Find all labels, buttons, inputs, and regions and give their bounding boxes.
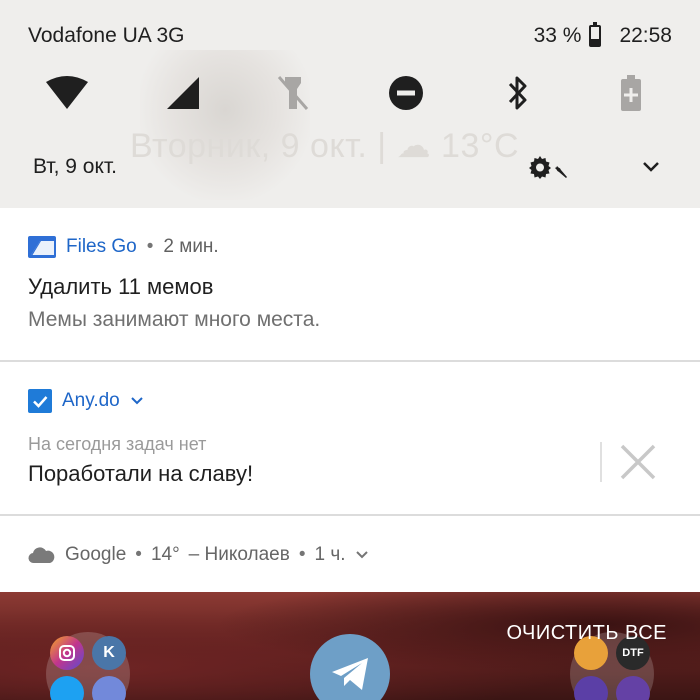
notification-files-go[interactable]: Files Go • 2 мин. Удалить 11 мемов Мемы …	[0, 208, 700, 360]
separator-dot: •	[135, 544, 142, 565]
date-row: Вт, 9 окт.	[33, 150, 660, 184]
anydo-icon	[28, 389, 52, 413]
settings-button[interactable]	[528, 155, 568, 179]
clock: 22:58	[619, 24, 672, 47]
chevron-down-icon[interactable]	[642, 161, 660, 173]
qs-tile-dnd[interactable]	[383, 70, 429, 116]
notification-subtitle: На сегодня задач нет	[28, 434, 207, 454]
qs-tile-flashlight[interactable]	[270, 70, 316, 116]
instagram-icon[interactable]	[50, 636, 84, 670]
battery-saver-icon	[621, 75, 641, 111]
notification-header: Any.do	[28, 388, 144, 414]
app-name: Any.do	[62, 390, 120, 411]
weather-location: – Николаев	[188, 544, 290, 565]
quick-settings-shade: Вторник, 9 окт. | ☁ 13°C Vodafone UA 3G …	[0, 0, 700, 208]
notification-time: 1 ч.	[314, 544, 346, 565]
status-bar: Vodafone UA 3G 33 % 22:58	[28, 20, 672, 52]
notification-body: Мемы занимают много места.	[28, 308, 321, 331]
vk-icon[interactable]: K	[92, 636, 126, 670]
app-name: Google	[65, 544, 127, 565]
notification-google-weather[interactable]: Google • 14° – Николаев • 1 ч.	[0, 516, 700, 592]
wifi-icon	[46, 76, 88, 109]
notification-header: Files Go • 2 мин.	[28, 234, 219, 260]
qs-tile-bluetooth[interactable]	[495, 70, 541, 116]
close-icon	[620, 444, 656, 480]
app-name: Files Go	[66, 236, 137, 257]
notification-title: Удалить 11 мемов	[28, 274, 214, 299]
cloud-icon	[28, 547, 55, 564]
flashlight-off-icon	[277, 76, 309, 110]
status-right: 33 % 22:58	[533, 22, 672, 48]
quick-settings-row	[0, 70, 700, 116]
separator-dot: •	[298, 544, 306, 565]
carrier-label: Vodafone UA 3G	[28, 24, 185, 47]
telegram-icon[interactable]	[310, 634, 390, 700]
clear-all-button[interactable]: ОЧИСТИТЬ ВСЕ	[506, 622, 667, 645]
expand-chevron-icon[interactable]	[130, 396, 144, 406]
home-wallpaper: K DTF ОЧИСТИТЬ ВСЕ	[0, 592, 700, 700]
notification-time: 2 мин.	[163, 236, 219, 257]
date-label: Вт, 9 окт.	[33, 155, 118, 178]
expand-chevron-icon[interactable]	[355, 550, 369, 560]
battery-percent: 33 %	[533, 24, 582, 47]
files-go-icon	[28, 236, 56, 258]
notification-header: Google • 14° – Николаев • 1 ч.	[28, 542, 369, 568]
signal-icon	[167, 77, 199, 109]
bluetooth-icon	[508, 76, 527, 110]
separator-dot: •	[146, 236, 154, 257]
qs-tile-wifi[interactable]	[44, 70, 90, 116]
dismiss-button[interactable]	[616, 440, 660, 484]
weather-temp: 14°	[150, 544, 180, 565]
dnd-icon	[389, 76, 423, 110]
date-actions	[528, 155, 660, 179]
qs-tile-mobile-data[interactable]	[160, 70, 206, 116]
qs-tile-battery-saver[interactable]	[608, 70, 654, 116]
wrench-icon	[555, 166, 567, 178]
notification-text: Поработали на славу!	[28, 461, 254, 486]
notification-anydo[interactable]: Any.do На сегодня задач нет Поработали н…	[0, 362, 700, 514]
battery-icon	[589, 22, 602, 47]
vertical-separator	[600, 442, 602, 482]
gear-icon	[529, 156, 551, 179]
